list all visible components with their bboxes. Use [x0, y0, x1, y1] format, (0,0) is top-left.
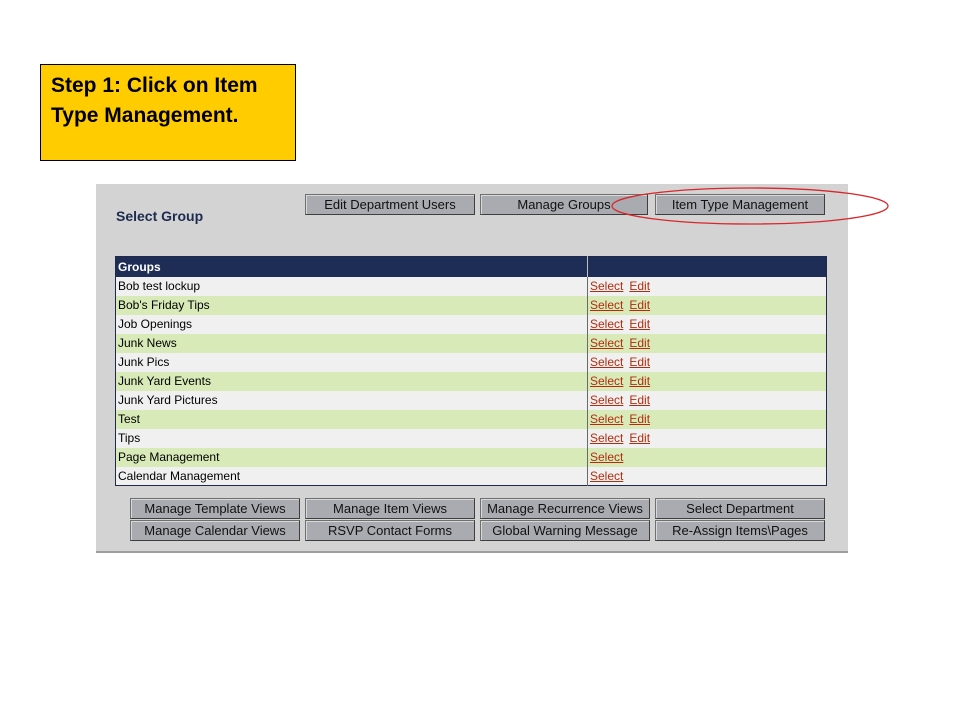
manage-calendar-views-button[interactable]: Manage Calendar Views — [130, 520, 300, 541]
group-name-cell: Bob test lockup — [115, 276, 588, 296]
group-actions-cell: Select Edit — [587, 333, 827, 353]
table-row: Job Openings Select Edit — [115, 314, 827, 334]
edit-link[interactable]: Edit — [629, 431, 650, 445]
table-row: Page Management Select — [115, 447, 827, 467]
highlight-ellipse — [611, 187, 889, 225]
instruction-callout: Step 1: Click on Item Type Management. — [40, 64, 296, 161]
reassign-items-pages-button[interactable]: Re-Assign Items\Pages — [655, 520, 825, 541]
table-row: Tips Select Edit — [115, 428, 827, 448]
edit-link[interactable]: Edit — [629, 298, 650, 312]
select-link[interactable]: Select — [590, 336, 623, 350]
group-actions-cell: Select Edit — [587, 390, 827, 410]
table-row: Bob test lockup Select Edit — [115, 276, 827, 296]
manage-template-views-button[interactable]: Manage Template Views — [130, 498, 300, 519]
edit-link[interactable]: Edit — [629, 412, 650, 426]
group-actions-cell: Select — [587, 447, 827, 467]
rsvp-contact-forms-button[interactable]: RSVP Contact Forms — [305, 520, 475, 541]
panel-title: Select Group — [116, 208, 204, 224]
group-name-cell: Calendar Management — [115, 466, 588, 486]
group-name-cell: Junk Yard Events — [115, 371, 588, 391]
group-name-cell: Page Management — [115, 447, 588, 467]
select-link[interactable]: Select — [590, 412, 623, 426]
edit-link[interactable]: Edit — [629, 317, 650, 331]
select-link[interactable]: Select — [590, 469, 623, 483]
groups-table: Groups Bob test lockup Select Edit Bob's Fr… — [115, 256, 827, 486]
group-name-cell: Job Openings — [115, 314, 588, 334]
table-row: Test Select Edit — [115, 409, 827, 429]
select-link[interactable]: Select — [590, 393, 623, 407]
select-link[interactable]: Select — [590, 355, 623, 369]
select-link[interactable]: Select — [590, 431, 623, 445]
select-link[interactable]: Select — [590, 317, 623, 331]
edit-link[interactable]: Edit — [629, 374, 650, 388]
manage-item-views-button[interactable]: Manage Item Views — [305, 498, 475, 519]
table-row: Calendar Management Select — [115, 466, 827, 486]
group-name-cell: Junk Yard Pictures — [115, 390, 588, 410]
group-name-cell: Junk News — [115, 333, 588, 353]
group-actions-cell: Select Edit — [587, 295, 827, 315]
groups-column-header: Groups — [115, 256, 588, 277]
group-actions-cell: Select Edit — [587, 409, 827, 429]
group-actions-cell: Select Edit — [587, 276, 827, 296]
group-actions-cell: Select Edit — [587, 428, 827, 448]
select-link[interactable]: Select — [590, 279, 623, 293]
manage-recurrence-views-button[interactable]: Manage Recurrence Views — [480, 498, 650, 519]
edit-department-users-button[interactable]: Edit Department Users — [305, 194, 475, 215]
select-link[interactable]: Select — [590, 374, 623, 388]
group-name-cell: Test — [115, 409, 588, 429]
edit-link[interactable]: Edit — [629, 393, 650, 407]
table-row: Junk Yard Pictures Select Edit — [115, 390, 827, 410]
table-row: Bob's Friday Tips Select Edit — [115, 295, 827, 315]
table-header-row: Groups — [115, 256, 827, 277]
group-actions-cell: Select Edit — [587, 371, 827, 391]
group-name-cell: Bob's Friday Tips — [115, 295, 588, 315]
group-name-cell: Tips — [115, 428, 588, 448]
edit-link[interactable]: Edit — [629, 355, 650, 369]
group-actions-cell: Select Edit — [587, 314, 827, 334]
select-link[interactable]: Select — [590, 450, 623, 464]
group-actions-cell: Select Edit — [587, 352, 827, 372]
select-department-button[interactable]: Select Department — [655, 498, 825, 519]
group-name-cell: Junk Pics — [115, 352, 588, 372]
table-row: Junk Pics Select Edit — [115, 352, 827, 372]
edit-link[interactable]: Edit — [629, 336, 650, 350]
table-row: Junk News Select Edit — [115, 333, 827, 353]
table-row: Junk Yard Events Select Edit — [115, 371, 827, 391]
actions-column-header — [587, 256, 827, 277]
edit-link[interactable]: Edit — [629, 279, 650, 293]
instruction-text: Step 1: Click on Item Type Management. — [51, 74, 258, 127]
select-group-panel: Select Group Edit Department Users Manag… — [96, 184, 848, 553]
group-actions-cell: Select — [587, 466, 827, 486]
select-link[interactable]: Select — [590, 298, 623, 312]
global-warning-message-button[interactable]: Global Warning Message — [480, 520, 650, 541]
